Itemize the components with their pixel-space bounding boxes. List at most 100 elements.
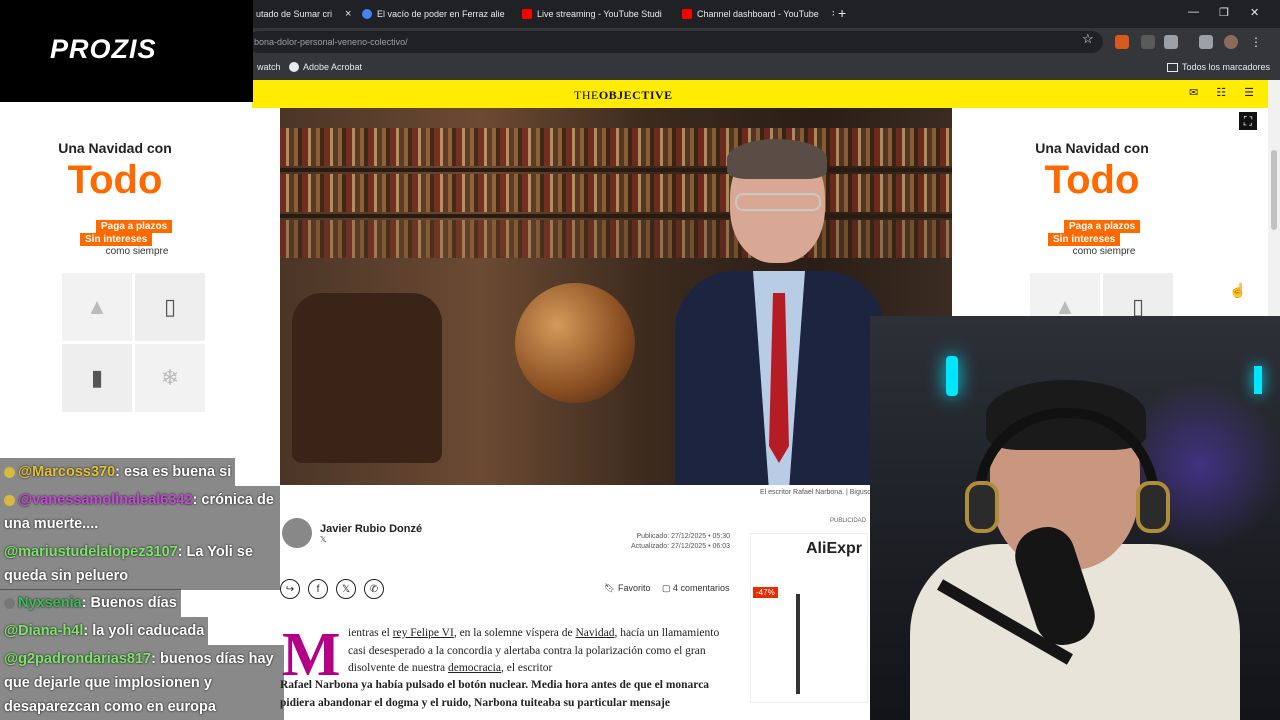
tab-live-streaming[interactable]: Live streaming - YouTube Studi × [514, 4, 674, 24]
logo-light: THE [574, 88, 599, 102]
scrollbar-thumb[interactable] [1271, 150, 1277, 230]
link-democracia[interactable]: democracia [448, 662, 501, 674]
mail-icon[interactable]: ✉ [1189, 86, 1198, 99]
led-light [946, 356, 958, 396]
site-header: THEOBJECTIVE ✉ ☷ ☰ [252, 80, 1268, 108]
whatsapp-icon[interactable]: ✆ [364, 579, 384, 599]
my-account-icon[interactable]: ☰ [1244, 86, 1254, 99]
globe-icon [289, 62, 299, 72]
comment-icon: ▢ [662, 583, 671, 593]
tab-channel-dashboard[interactable]: Channel dashboard - YouTube × [674, 4, 834, 24]
youtube-icon [682, 9, 692, 19]
member-badge-icon [4, 466, 15, 478]
webcam-feed [870, 316, 1280, 720]
download-icon[interactable] [1199, 35, 1213, 49]
chat-message: @mariustudelalopez3107: La Yoli se queda… [0, 538, 280, 590]
article-body-bold: Rafael Narbona ya había pulsado el botón… [280, 679, 710, 709]
comments-label: 4 comentarios [673, 583, 730, 593]
chat-user: Nyxsenia [18, 595, 82, 611]
puzzle-icon[interactable] [1164, 35, 1178, 49]
live-chat-overlay: @Marcoss370: esa es buena si @vanessamol… [0, 453, 285, 720]
close-icon[interactable]: × [345, 8, 351, 20]
chat-user: @Marcoss370 [18, 464, 116, 480]
avatar[interactable] [282, 518, 312, 548]
menu-icon[interactable]: ⋮ [1250, 35, 1264, 49]
bookmark-adobe-acrobat[interactable]: Adobe Acrobat [289, 62, 362, 72]
chat-user: @g2padrondarias817 [4, 651, 152, 667]
screen: utado de Sumar cri × El vacío de poder e… [0, 0, 1280, 720]
site-logo[interactable]: THEOBJECTIVE [574, 88, 673, 103]
ad-subtext: como siempre [105, 246, 169, 257]
discount-badge: -47% [753, 587, 778, 598]
chat-message: @Marcoss370: esa es buena si [0, 458, 236, 486]
ad-headline: Una Navidad con [1035, 140, 1149, 156]
close-icon[interactable]: × [832, 8, 834, 20]
tab-sumar[interactable]: utado de Sumar cri × [248, 4, 354, 24]
ad-pill: Sin intereses [80, 233, 153, 246]
comments-link[interactable]: ▢ 4 comentarios [662, 583, 730, 594]
favorite-button[interactable]: 🔖︎ Favorito [604, 583, 650, 594]
ad-pill: Paga a plazos [1064, 220, 1141, 233]
body-text: , el escritor [500, 662, 553, 674]
globe-icon [362, 9, 372, 19]
phone-icon: ▮ [62, 344, 132, 412]
article-hero-image [280, 108, 952, 485]
club-icon[interactable]: ☷ [1216, 86, 1226, 99]
x-icon[interactable]: 𝕏 [320, 535, 422, 544]
ad-pill: Sin intereses [1048, 233, 1121, 246]
ad-headline: Una Navidad con [58, 140, 172, 156]
portrait [675, 139, 885, 485]
author-name[interactable]: Javier Rubio Donzé [320, 523, 422, 535]
restore-icon[interactable]: ❐ [1219, 6, 1229, 19]
tab-title: Channel dashboard - YouTube [697, 9, 819, 19]
folder-icon [1167, 62, 1178, 72]
ad-subtext: como siempre [1072, 246, 1136, 257]
member-badge-icon [4, 597, 15, 609]
link-rey-felipe[interactable]: rey Felipe VI [393, 627, 454, 639]
facebook-icon[interactable]: f [308, 579, 328, 599]
chat-message: Nyxsenia: Buenos días [0, 589, 181, 617]
chat-user: @Diana-h4l [4, 623, 84, 639]
minimize-icon[interactable]: — [1188, 6, 1199, 18]
phone-icon: ▯ [135, 273, 205, 341]
all-bookmarks[interactable]: Todos los marcadores [1167, 62, 1270, 72]
led-light [1254, 366, 1262, 394]
tab-ferraz[interactable]: El vacío de poder en Ferraz alie × [354, 4, 514, 24]
fullscreen-icon[interactable]: ⛶ [1239, 112, 1257, 130]
ad-brand-word: Todo [1044, 158, 1140, 202]
aliexpress-ad[interactable]: AliExpr -47% [750, 533, 868, 703]
chat-message: @g2padrondarias817: buenos días hay que … [0, 645, 284, 720]
extension-icon[interactable] [1141, 35, 1155, 49]
ad-brand-word: Todo [67, 158, 163, 202]
ad-left[interactable]: Una Navidad con Todo Paga a plazos Sin i… [0, 108, 210, 412]
chat-text: : Buenos días [81, 595, 177, 611]
brand-text: PROZIS [50, 34, 157, 64]
close-window-icon[interactable]: ✕ [1250, 6, 1259, 19]
tab-title: Live streaming - YouTube Studi [537, 9, 662, 19]
published-date: Publicado: 27/12/2025 • 05:30 [636, 533, 730, 540]
address-bar[interactable]: bona-dolor-personal-veneno-colectivo/ [248, 31, 1103, 53]
hand-cursor-icon: ☝ [1229, 282, 1247, 298]
snowflake-icon: ❄ [135, 344, 205, 412]
article-dates: Publicado: 27/12/2025 • 05:30 Actualizad… [614, 532, 730, 552]
tripod [796, 594, 800, 694]
bookmark-icon: 🔖︎ [604, 583, 616, 593]
youtube-icon [522, 9, 532, 19]
chat-message: @Diana-h4l: la yoli caducada [0, 617, 209, 645]
body-text: ientras el [348, 627, 390, 639]
new-tab-button[interactable]: + [838, 5, 846, 21]
bookmark-watch[interactable]: watch [257, 62, 281, 72]
avatar[interactable] [1224, 35, 1238, 49]
bookmark-star-icon[interactable]: ☆ [1082, 31, 1094, 47]
tab-title: utado de Sumar cri [256, 9, 333, 19]
chat-text: : la yoli caducada [83, 623, 205, 639]
link-navidad[interactable]: Navidad [575, 627, 614, 639]
favorite-label: Favorito [617, 583, 651, 593]
updated-date: Actualizado: 27/12/2025 • 06:03 [631, 543, 730, 550]
article-body: ientras el rey Felipe VI, en la solemne … [348, 625, 732, 678]
ad-right[interactable]: Una Navidad con Todo Paga a plazos Sin i… [1022, 108, 1262, 341]
body-text: , en la solemne víspera de [453, 627, 573, 639]
extension-icon[interactable] [1115, 35, 1129, 49]
x-icon[interactable]: 𝕏 [336, 579, 356, 599]
share-bar: ↪ f 𝕏 ✆ [280, 579, 384, 599]
